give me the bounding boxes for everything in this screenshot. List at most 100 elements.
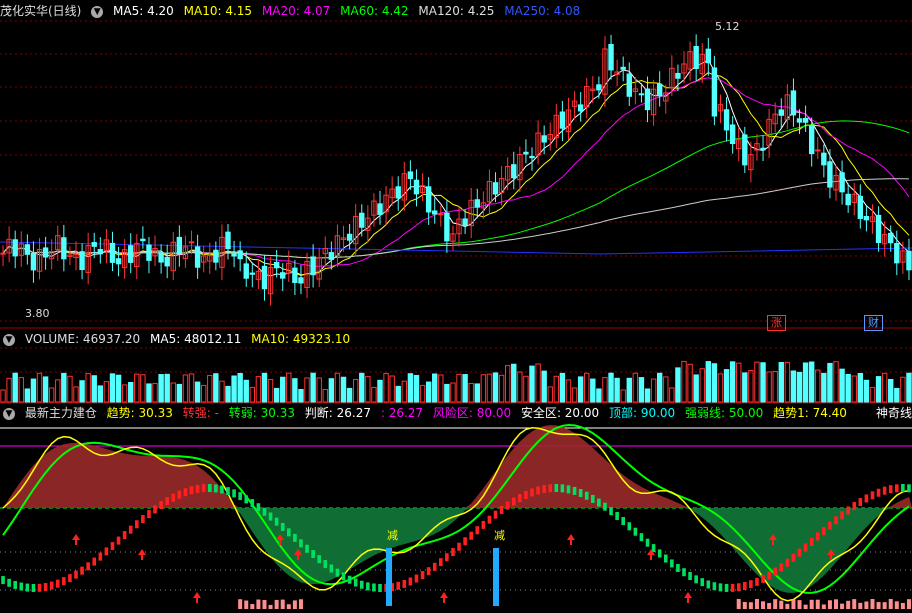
volume-bar	[492, 372, 499, 403]
volume-bar	[845, 373, 851, 403]
volume-bar	[498, 374, 505, 403]
volume-bar	[91, 375, 97, 403]
base-bar	[286, 604, 291, 609]
signal-bar	[743, 582, 747, 591]
volume-bar	[213, 373, 219, 403]
volume-bar	[158, 374, 164, 403]
volume-bar	[571, 387, 578, 403]
signal-bar	[609, 507, 613, 516]
reduce-bar	[493, 548, 499, 606]
signal-bar	[651, 544, 656, 553]
volume-bar	[486, 373, 493, 403]
base-bar	[821, 604, 826, 609]
volume-bar	[906, 372, 912, 403]
volume-bar	[584, 372, 590, 403]
base-bar	[262, 600, 267, 609]
signal-bar	[402, 579, 407, 588]
strong-value: 转强: -	[182, 406, 219, 420]
signal-bar	[603, 502, 607, 511]
signal-bar	[882, 486, 887, 495]
base-bar	[791, 599, 796, 609]
candle-body	[608, 44, 614, 71]
candle-body	[796, 118, 803, 123]
candle-body	[79, 251, 85, 271]
candle-body	[432, 210, 438, 215]
candle-body	[377, 203, 383, 215]
volume-bar	[346, 387, 353, 403]
signal-bar	[761, 574, 765, 583]
volume-bar	[413, 374, 420, 403]
volume-bar	[523, 375, 529, 403]
stock-chart[interactable]	[0, 0, 912, 613]
signal-bar	[597, 498, 601, 507]
indicator-layer[interactable]	[0, 423, 912, 609]
trend1-value: 趋势1: 74.40	[773, 406, 847, 420]
finance-tag[interactable]: 财	[864, 315, 883, 331]
candle-body	[723, 109, 730, 131]
stock-title[interactable]: 茂化实华(日线)	[0, 4, 81, 18]
volume-bar	[61, 372, 67, 403]
judge-value: 判断: 26.27	[304, 406, 372, 420]
volume-bar	[109, 373, 116, 403]
reduce-label: 减	[387, 529, 398, 542]
volume-bar	[736, 362, 742, 403]
signal-bar	[305, 544, 309, 553]
signal-bar	[718, 583, 723, 592]
candle-body	[128, 245, 134, 263]
signal-bar	[159, 501, 163, 510]
candle-body	[140, 238, 146, 242]
signal-bar	[80, 566, 84, 575]
candle-body	[577, 104, 584, 112]
candle-body	[42, 247, 49, 258]
candle-body	[760, 147, 766, 151]
candle-body	[97, 249, 104, 255]
volume-bar	[669, 387, 675, 403]
indicator-name[interactable]: 最新主力建仓	[25, 406, 97, 420]
signal-bar	[171, 493, 176, 502]
settings-icon[interactable]: ▼	[91, 5, 104, 18]
signal-bar	[420, 571, 425, 580]
volume-bar	[894, 387, 900, 403]
volume-bar	[529, 365, 535, 403]
volume-bar	[128, 382, 134, 403]
signal-bar	[518, 494, 522, 503]
volume-bar	[85, 373, 91, 403]
up-arrow-icon	[440, 592, 448, 603]
candle-body	[839, 172, 845, 193]
volume-bar	[200, 384, 207, 403]
volume-bar	[577, 376, 584, 403]
volume-bar	[121, 384, 128, 403]
signal-bar	[262, 507, 267, 516]
base-bar	[280, 599, 285, 609]
base-bar	[250, 604, 255, 609]
collapse-icon[interactable]: ▼	[3, 333, 15, 346]
base-bar	[779, 600, 784, 609]
collapse-icon[interactable]: ▼	[3, 407, 15, 420]
candle-body	[91, 242, 97, 247]
volume-bar	[407, 373, 414, 403]
volume-bar	[176, 383, 183, 403]
candle-body	[693, 45, 699, 70]
volume-bar	[164, 373, 170, 403]
candle-body	[529, 155, 535, 159]
signal-bar	[682, 568, 686, 577]
signal-bar	[414, 574, 419, 583]
volume-bar	[772, 370, 778, 403]
signal-bar	[451, 548, 455, 557]
base-bar	[754, 599, 759, 609]
signal-bar	[870, 491, 875, 500]
base-bar	[882, 602, 887, 609]
volume-bar	[717, 373, 724, 403]
candle-body	[492, 182, 499, 195]
volume-bar	[352, 378, 359, 403]
signal-bar	[463, 537, 467, 546]
signal-bar	[256, 503, 261, 512]
volume-bar	[796, 371, 803, 403]
signal-bar	[147, 510, 151, 519]
volume-bars[interactable]	[0, 360, 912, 403]
rise-tag[interactable]: 涨	[767, 315, 786, 331]
signal-bar	[493, 510, 498, 519]
price-candles[interactable]	[0, 34, 912, 306]
volume-bar	[808, 361, 815, 403]
volume-bar	[30, 378, 37, 403]
